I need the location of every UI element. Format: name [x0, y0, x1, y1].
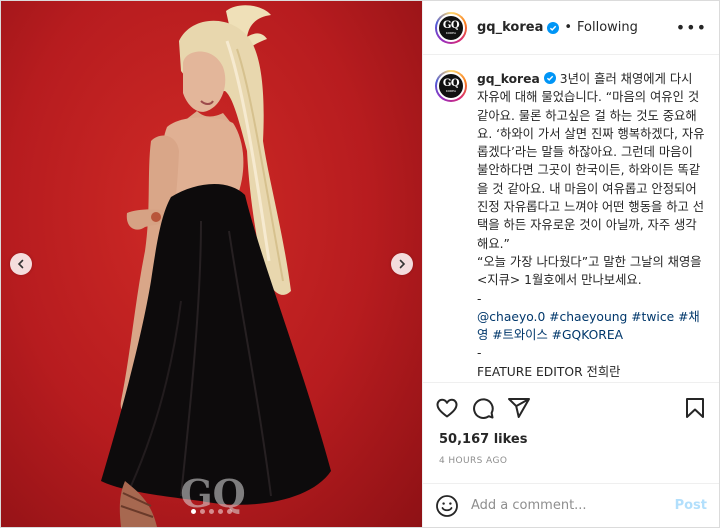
- carousel-dot: [218, 509, 223, 514]
- next-image-button[interactable]: [391, 253, 413, 275]
- smiley-icon[interactable]: [435, 494, 459, 518]
- chevron-right-icon: [399, 259, 406, 269]
- carousel-dot: [200, 509, 205, 514]
- separator-dot: •: [564, 20, 573, 35]
- gq-korea-logo: GQ KOREA: [437, 72, 465, 100]
- more-options-button[interactable]: •••: [676, 18, 707, 37]
- header-username[interactable]: gq_korea: [477, 20, 543, 35]
- post-photo[interactable]: GQ: [1, 1, 422, 527]
- verified-badge-icon: [547, 21, 560, 34]
- bookmark-icon[interactable]: [683, 396, 707, 420]
- model-figure: [101, 5, 331, 527]
- carousel-dot: [227, 509, 232, 514]
- post-timestamp[interactable]: 4 HOURS AGO: [439, 456, 507, 466]
- chevron-left-icon: [17, 259, 24, 269]
- avatar-logo-text: GQ: [442, 19, 460, 31]
- post-comment-button[interactable]: Post: [675, 498, 707, 513]
- avatar-logo-sub: KOREA: [445, 89, 457, 93]
- likes-count[interactable]: 50,167 likes: [439, 432, 527, 447]
- avatar[interactable]: GQ KOREA: [435, 11, 467, 44]
- caption-credits: - FEATURE EDITOR 전희란 PHOTOGRAPHER 장덕화 @j…: [477, 346, 621, 379]
- comment-icon[interactable]: [471, 396, 495, 420]
- caption-hashtags[interactable]: @chaeyo.0 #chaeyoung #twice #채영 #트와이스 #G…: [477, 310, 700, 342]
- gq-korea-logo: GQ KOREA: [437, 13, 465, 42]
- post-header: GQ KOREA gq_korea • Following •••: [423, 1, 719, 55]
- comment-input[interactable]: [471, 498, 675, 513]
- previous-image-button[interactable]: [10, 253, 32, 275]
- caption-scroll-area[interactable]: GQ KOREA gq_korea 3년이 흘러 채영에게 다시 자유에 대해 물…: [423, 56, 719, 381]
- post-caption: gq_korea 3년이 흘러 채영에게 다시 자유에 대해 물었습니다. “마음…: [477, 70, 707, 381]
- carousel-dot: [209, 509, 214, 514]
- action-bar: [423, 382, 719, 432]
- post-sidebar: GQ KOREA gq_korea • Following ••• GQ KOR…: [422, 1, 719, 527]
- avatar-logo-sub: KOREA: [445, 30, 457, 35]
- comment-bar: Post: [423, 483, 719, 527]
- following-button[interactable]: Following: [577, 20, 638, 35]
- caption-username[interactable]: gq_korea: [477, 72, 540, 86]
- heart-icon[interactable]: [435, 396, 459, 420]
- paper-plane-icon[interactable]: [507, 396, 531, 420]
- carousel-dot: [191, 509, 196, 514]
- instagram-post: GQ GQ KOREA gq_korea • Following ••• GQ …: [0, 0, 720, 528]
- verified-badge-icon: [543, 72, 556, 84]
- carousel-dots: [191, 509, 232, 514]
- avatar-logo-text: GQ: [442, 78, 460, 89]
- caption-text: 3년이 흘러 채영에게 다시 자유에 대해 물었습니다. “마음의 여유인 것 …: [477, 72, 705, 306]
- avatar[interactable]: GQ KOREA: [435, 70, 467, 102]
